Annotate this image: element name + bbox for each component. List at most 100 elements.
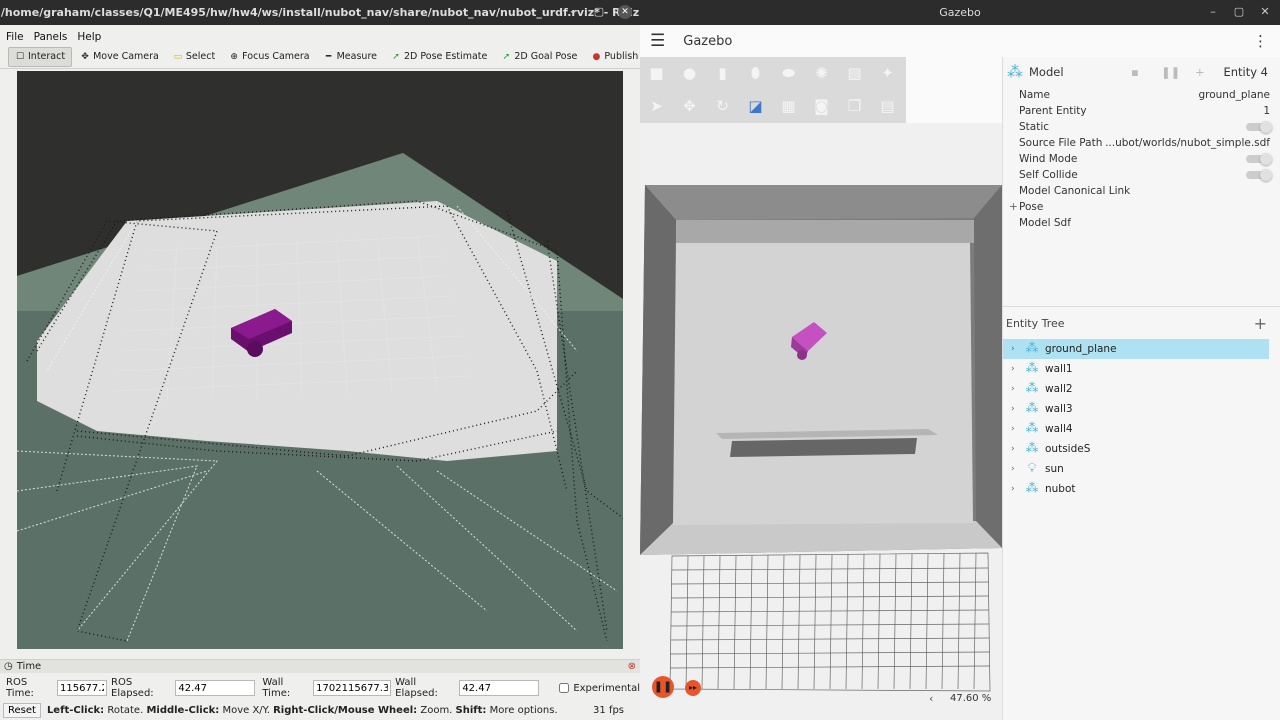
panel-divider[interactable] <box>1003 306 1280 307</box>
pause-inspector-icon[interactable]: ❚❚ <box>1161 65 1180 79</box>
box-icon[interactable]: ■ <box>646 63 667 84</box>
prop-value: ...ubot/worlds/nubot_simple.sdf <box>1105 137 1270 149</box>
expand-icon[interactable]: + <box>1009 201 1019 213</box>
tree-item-wall4[interactable]: › ⁂ wall4 <box>1003 419 1269 439</box>
ros-elapsed-field[interactable] <box>175 680 256 696</box>
wind-mode-toggle[interactable] <box>1246 153 1272 165</box>
chevron-right-icon[interactable]: › <box>1011 464 1019 474</box>
prop-key: Parent Entity <box>1019 105 1087 117</box>
chevron-right-icon[interactable]: › <box>1011 484 1019 494</box>
maximize-icon[interactable]: ▢ <box>1232 5 1246 19</box>
directional-light-icon[interactable]: ▨ <box>844 63 865 84</box>
hint-text: Move X/Y. <box>219 705 274 716</box>
cylinder-icon[interactable]: ▮ <box>712 63 733 84</box>
tree-item-outsides[interactable]: › ⁂ outsideS <box>1003 439 1269 459</box>
maximize-icon[interactable]: ▢ <box>592 5 606 19</box>
ros-time-field[interactable] <box>57 680 108 696</box>
more-options-icon[interactable]: ⋮ <box>1253 32 1268 50</box>
prop-pose[interactable]: + Pose <box>1003 199 1280 215</box>
tool-select[interactable]: ▭ Select <box>167 47 221 67</box>
chevron-right-icon[interactable]: › <box>1011 344 1019 354</box>
prop-key: Source File Path <box>1019 137 1103 149</box>
tool-label: Move Camera <box>93 51 159 62</box>
tool-interact[interactable]: ☐ Interact <box>8 46 73 67</box>
tool-move-camera[interactable]: ✥ Move Camera <box>74 47 165 67</box>
screenshot-icon[interactable]: ◙ <box>811 96 832 117</box>
fps-readout: 31 fps <box>593 705 624 716</box>
self-collide-toggle[interactable] <box>1246 169 1272 181</box>
close-icon[interactable]: ✕ <box>1258 5 1272 19</box>
chevron-right-icon[interactable]: › <box>1011 384 1019 394</box>
experimental-checkbox[interactable] <box>559 683 570 693</box>
wall-time-label: Wall Time: <box>262 677 291 699</box>
reset-button[interactable]: Reset <box>3 703 41 718</box>
close-icon[interactable]: ✕ <box>618 5 632 19</box>
tree-item-ground-plane[interactable]: › ⁂ ground_plane <box>1003 339 1269 359</box>
tool-label: Publish Point <box>604 51 640 62</box>
prop-parent-entity: Parent Entity 1 <box>1003 103 1280 119</box>
chevron-right-icon[interactable]: › <box>1011 364 1019 374</box>
spot-light-icon[interactable]: ✦ <box>877 63 898 84</box>
model-icon: ⁂ <box>1025 481 1039 496</box>
entity-tree-header: Entity Tree + <box>1003 313 1280 333</box>
chevron-right-icon[interactable]: › <box>1011 424 1019 434</box>
entity-tree: › ⁂ ground_plane › ⁂ wall1 › ⁂ wall2 › ⁂ wall3 ›… <box>1003 339 1269 499</box>
tree-item-wall2[interactable]: › ⁂ wall2 <box>1003 379 1269 399</box>
prop-source-file-path: Source File Path ...ubot/worlds/nubot_sim… <box>1003 135 1280 151</box>
hint-text: More options. <box>486 705 558 716</box>
static-toggle[interactable] <box>1246 121 1272 133</box>
capsule-icon[interactable]: ⬮ <box>745 63 766 84</box>
point-light-icon[interactable]: ✺ <box>811 63 832 84</box>
menu-panels[interactable]: Panels <box>34 31 68 43</box>
rotate-icon[interactable]: ↻ <box>712 96 733 117</box>
tool-publish-point[interactable]: ●Publish Point <box>585 47 640 67</box>
status-hint: Left-Click: Rotate. Middle-Click: Move X… <box>47 705 558 716</box>
collapse-icon[interactable]: ‹ <box>929 692 933 705</box>
hint-text: Rotate. <box>104 705 147 716</box>
ellipsoid-icon[interactable]: ⬬ <box>778 63 799 84</box>
minimize-icon[interactable]: – <box>1206 5 1220 19</box>
snap-icon[interactable]: ◪ <box>745 96 766 117</box>
lock-icon[interactable]: ▪ <box>1131 65 1139 79</box>
tool-2d-goal-pose[interactable]: ➚ 2D Goal Pose <box>495 47 583 67</box>
rviz-toolbar: ☐ Interact ✥ Move Camera ▭ Select ⊕ Focus Ca… <box>0 45 640 69</box>
minimize-icon[interactable]: – <box>566 5 580 19</box>
tool-focus-camera[interactable]: ⊕ Focus Camera <box>223 47 315 67</box>
step-button[interactable]: ▸▸ <box>685 680 701 696</box>
sphere-icon[interactable]: ● <box>679 63 700 84</box>
gazebo-titlebar: Gazebo – ▢ ✕ <box>640 0 1280 25</box>
grid-icon[interactable]: ▦ <box>778 96 799 117</box>
chevron-right-icon[interactable]: › <box>1011 444 1019 454</box>
rviz-3d-viewport[interactable] <box>17 71 623 649</box>
wall-time-field[interactable] <box>313 680 392 696</box>
tool-label: 2D Goal Pose <box>514 51 578 62</box>
gazebo-right-panel: ⁂ Model ▪ ❚❚ + Entity 4 Name ground_plane… <box>1002 57 1280 720</box>
translate-icon[interactable]: ✥ <box>679 96 700 117</box>
paste-icon[interactable]: ▤ <box>877 96 898 117</box>
close-panel-icon[interactable]: ⊗ <box>628 661 636 672</box>
tree-item-nubot[interactable]: › ⁂ nubot <box>1003 479 1269 499</box>
tree-item-label: ground_plane <box>1045 343 1117 355</box>
chevron-right-icon[interactable]: › <box>1011 404 1019 414</box>
menu-help[interactable]: Help <box>77 31 101 43</box>
tree-item-sun[interactable]: › 💡︎ sun <box>1003 459 1269 479</box>
play-pause-button[interactable]: ❚❚ <box>652 676 674 698</box>
tool-measure[interactable]: ━ Measure <box>318 47 383 67</box>
tree-item-wall3[interactable]: › ⁂ wall3 <box>1003 399 1269 419</box>
measure-icon: ━ <box>325 51 332 62</box>
add-entity-icon[interactable]: + <box>1254 314 1267 333</box>
rviz-window-controls: – ▢ ✕ <box>566 5 632 19</box>
tool-2d-pose-estimate[interactable]: ➚ 2D Pose Estimate <box>385 47 493 67</box>
tree-item-label: sun <box>1045 463 1064 475</box>
copy-icon[interactable]: ❐ <box>844 96 865 117</box>
tool-label: Focus Camera <box>242 51 310 62</box>
wall-elapsed-field[interactable] <box>459 680 540 696</box>
tree-item-wall1[interactable]: › ⁂ wall1 <box>1003 359 1269 379</box>
gazebo-3d-scene[interactable]: ❚❚ ▸▸ ‹ 47.60 % <box>640 123 1002 720</box>
select-mode-icon[interactable]: ➤ <box>646 96 667 117</box>
clock-icon: ◷ <box>4 661 13 672</box>
rviz-menubar: File Panels Help <box>0 30 640 44</box>
menu-file[interactable]: File <box>6 31 24 43</box>
add-component-icon[interactable]: + <box>1195 65 1205 79</box>
hamburger-menu-icon[interactable]: ☰ <box>650 31 665 51</box>
